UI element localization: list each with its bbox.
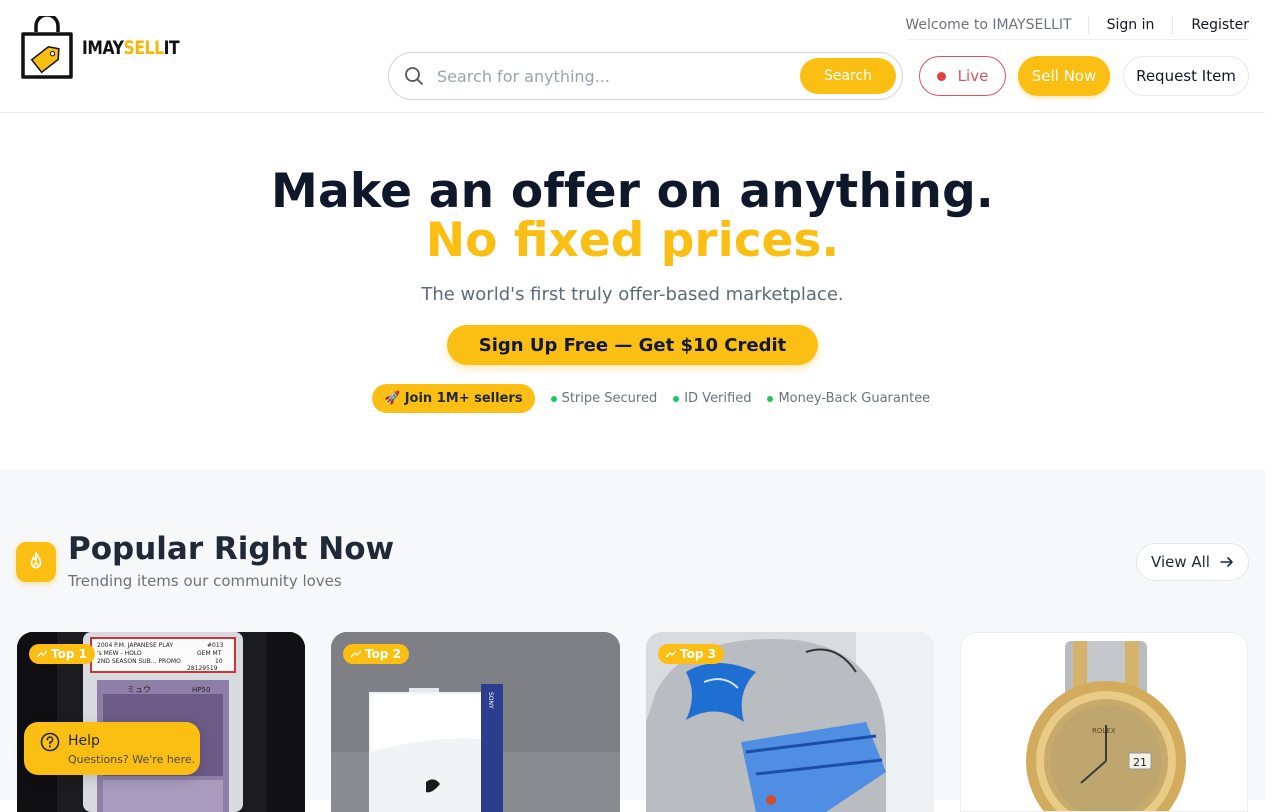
search-button[interactable]: Search <box>800 58 896 94</box>
slab-cert-number: 28129519 <box>187 665 218 672</box>
rank-badge: Top 2 <box>343 644 409 664</box>
request-item-button[interactable]: Request Item <box>1123 56 1249 96</box>
rank-label: Top 1 <box>51 647 87 661</box>
product-card-4[interactable]: 21 ROLEX <box>960 632 1248 812</box>
slab-label-line1: 2004 P.M. JAPANESE PLAY <box>97 642 173 649</box>
green-dot-icon <box>767 395 774 402</box>
logo-text-tail: IT <box>163 37 180 59</box>
help-subtitle: Questions? We're here. <box>68 753 196 766</box>
slab-card-name: ミュウ <box>127 685 151 694</box>
trust-badges: 🚀 Join 1M+ sellers Stripe Secured ID Ver… <box>372 384 930 413</box>
trust-label: Money-Back Guarantee <box>778 391 931 406</box>
logo-text-dark: IMAY <box>82 37 124 59</box>
green-dot-icon <box>673 395 680 402</box>
flame-icon-box <box>16 542 56 582</box>
trust-label: ID Verified <box>684 391 752 406</box>
slab-label-line3: 2ND SEASON SUB... PROMO <box>97 658 181 665</box>
trust-badge-guarantee: Money-Back Guarantee <box>767 391 930 406</box>
search-input[interactable] <box>437 63 777 89</box>
trust-badge-id: ID Verified <box>673 391 751 406</box>
sell-now-button[interactable]: Sell Now <box>1018 56 1110 96</box>
sign-in-link[interactable]: Sign in <box>1089 17 1173 33</box>
trending-up-icon <box>37 650 47 658</box>
search-icon <box>405 67 423 85</box>
register-link[interactable]: Register <box>1173 17 1249 33</box>
trending-up-icon <box>666 650 676 658</box>
rank-badge: Top 1 <box>29 644 95 664</box>
rank-label: Top 3 <box>680 647 716 661</box>
logo[interactable]: IMAYSELLIT <box>20 16 201 80</box>
slab-card-hp: HP50 <box>192 686 210 694</box>
view-all-button[interactable]: View All <box>1136 543 1249 581</box>
arrow-right-icon <box>1220 555 1234 569</box>
console-brand: SONY <box>487 692 494 709</box>
product-image: 21 ROLEX <box>961 633 1247 811</box>
flame-icon <box>30 552 42 569</box>
trending-up-icon <box>351 650 361 658</box>
hero-subtitle: The world's first truly offer-based mark… <box>421 284 844 305</box>
live-dot-icon <box>936 71 946 81</box>
logo-text-gold: SELL <box>123 37 164 59</box>
logo-wordmark: IMAYSELLIT <box>82 37 180 59</box>
product-card-2[interactable]: SONY Top 2 <box>331 632 620 812</box>
green-dot-icon <box>550 395 557 402</box>
hero-title: Make an offer on anything. <box>271 164 994 219</box>
top-links-divider <box>906 39 1249 40</box>
trust-badge-stripe: Stripe Secured <box>550 391 658 406</box>
hero-section: Make an offer on anything. No fixed pric… <box>0 114 1265 469</box>
watch-brand: ROLEX <box>1092 727 1116 735</box>
search-bar: Search <box>388 52 903 100</box>
watch-date: 21 <box>1133 756 1147 769</box>
help-widget[interactable]: Help Questions? We're here. <box>24 722 200 775</box>
slab-grade-number: #013 <box>207 642 224 649</box>
trust-label: Stripe Secured <box>561 391 658 406</box>
section-subtitle: Trending items our community loves <box>68 572 342 590</box>
join-sellers-badge[interactable]: 🚀 Join 1M+ sellers <box>372 384 535 413</box>
top-links: Welcome to IMAYSELLIT Sign in Register <box>905 10 1249 40</box>
welcome-text: Welcome to IMAYSELLIT <box>905 17 1072 33</box>
slab-grade-label: GEM MT <box>197 650 222 657</box>
live-button[interactable]: Live <box>919 56 1006 96</box>
shopping-bag-icon <box>21 16 73 79</box>
live-label: Live <box>957 67 989 85</box>
slab-label-line2: 's MEW - HOLO <box>97 650 142 657</box>
question-circle-icon <box>40 732 60 752</box>
signup-cta-button[interactable]: Sign Up Free — Get $10 Credit <box>447 325 818 365</box>
help-title: Help <box>68 733 100 749</box>
slab-grade-value: 10 <box>215 658 223 665</box>
rank-badge: Top 3 <box>658 644 724 664</box>
section-title: Popular Right Now <box>68 531 395 567</box>
view-all-label: View All <box>1151 553 1210 571</box>
rank-label: Top 2 <box>365 647 401 661</box>
site-header: IMAYSELLIT Welcome to IMAYSELLIT Sign in… <box>0 0 1265 113</box>
product-card-3[interactable]: Top 3 <box>646 632 934 812</box>
hero-title-accent: No fixed prices. <box>425 213 840 268</box>
